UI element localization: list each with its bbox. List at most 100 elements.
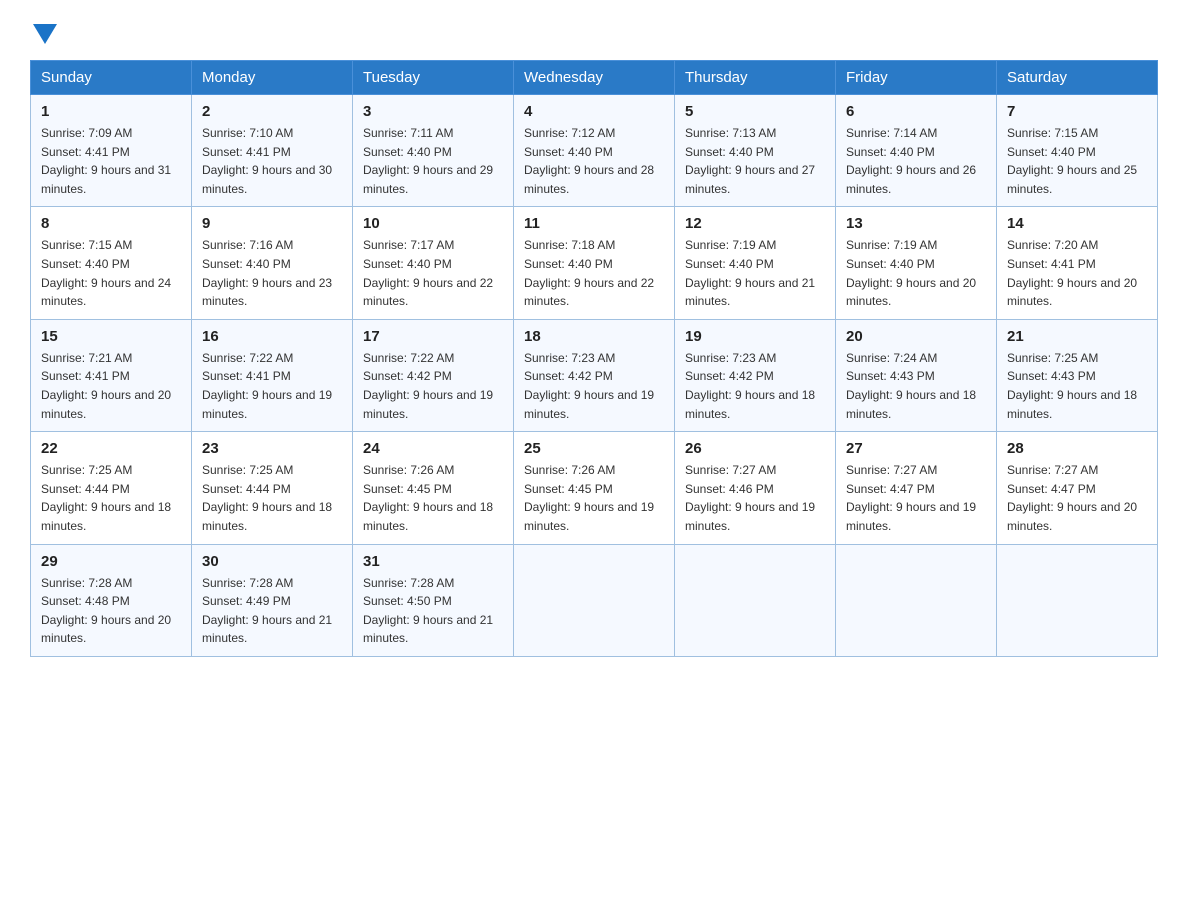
- calendar-cell: 31 Sunrise: 7:28 AMSunset: 4:50 PMDayligh…: [353, 544, 514, 656]
- calendar-cell: 2Sunrise: 7:10 AMSunset: 4:41 PMDaylight…: [192, 95, 353, 207]
- calendar-header-thursday: Thursday: [675, 61, 836, 95]
- calendar-cell: 19 Sunrise: 7:23 AMSunset: 4:42 PMDayligh…: [675, 319, 836, 431]
- day-info: Sunrise: 7:09 AMSunset: 4:41 PMDaylight:…: [41, 126, 171, 196]
- calendar-cell: 14Sunrise: 7:20 AMSunset: 4:41 PMDayligh…: [997, 207, 1158, 319]
- calendar-cell: 27 Sunrise: 7:27 AMSunset: 4:47 PMDayligh…: [836, 432, 997, 544]
- day-info: Sunrise: 7:13 AMSunset: 4:40 PMDaylight:…: [685, 126, 815, 196]
- day-number: 22: [41, 440, 181, 457]
- day-number: 19: [685, 328, 825, 345]
- calendar-cell: 30 Sunrise: 7:28 AMSunset: 4:49 PMDayligh…: [192, 544, 353, 656]
- calendar-week-3: 15 Sunrise: 7:21 AMSunset: 4:41 PMDayligh…: [31, 319, 1158, 431]
- day-number: 30: [202, 553, 342, 570]
- day-number: 24: [363, 440, 503, 457]
- calendar-cell: 23 Sunrise: 7:25 AMSunset: 4:44 PMDayligh…: [192, 432, 353, 544]
- day-number: 17: [363, 328, 503, 345]
- calendar-cell: [997, 544, 1158, 656]
- calendar-cell: [836, 544, 997, 656]
- day-number: 15: [41, 328, 181, 345]
- day-number: 2: [202, 103, 342, 120]
- day-number: 9: [202, 215, 342, 232]
- day-info: Sunrise: 7:17 AMSunset: 4:40 PMDaylight:…: [363, 238, 493, 308]
- calendar-cell: 1 Sunrise: 7:09 AMSunset: 4:41 PMDaylight…: [31, 95, 192, 207]
- calendar-header-wednesday: Wednesday: [514, 61, 675, 95]
- day-number: 20: [846, 328, 986, 345]
- calendar-cell: 9 Sunrise: 7:16 AMSunset: 4:40 PMDaylight…: [192, 207, 353, 319]
- calendar-cell: 10 Sunrise: 7:17 AMSunset: 4:40 PMDayligh…: [353, 207, 514, 319]
- day-info: Sunrise: 7:28 AMSunset: 4:50 PMDaylight:…: [363, 576, 493, 646]
- calendar-cell: 20 Sunrise: 7:24 AMSunset: 4:43 PMDayligh…: [836, 319, 997, 431]
- day-info: Sunrise: 7:16 AMSunset: 4:40 PMDaylight:…: [202, 238, 332, 308]
- day-info: Sunrise: 7:28 AMSunset: 4:49 PMDaylight:…: [202, 576, 332, 646]
- day-info: Sunrise: 7:25 AMSunset: 4:44 PMDaylight:…: [41, 463, 171, 533]
- day-number: 3: [363, 103, 503, 120]
- calendar-week-1: 1 Sunrise: 7:09 AMSunset: 4:41 PMDaylight…: [31, 95, 1158, 207]
- day-number: 5: [685, 103, 825, 120]
- day-number: 26: [685, 440, 825, 457]
- calendar-header-monday: Monday: [192, 61, 353, 95]
- day-number: 13: [846, 215, 986, 232]
- day-number: 6: [846, 103, 986, 120]
- day-info: Sunrise: 7:21 AMSunset: 4:41 PMDaylight:…: [41, 351, 171, 421]
- calendar-table: SundayMondayTuesdayWednesdayThursdayFrid…: [30, 60, 1158, 657]
- day-number: 25: [524, 440, 664, 457]
- calendar-cell: 24 Sunrise: 7:26 AMSunset: 4:45 PMDayligh…: [353, 432, 514, 544]
- calendar-header: SundayMondayTuesdayWednesdayThursdayFrid…: [31, 61, 1158, 95]
- day-number: 12: [685, 215, 825, 232]
- day-info: Sunrise: 7:27 AMSunset: 4:47 PMDaylight:…: [846, 463, 976, 533]
- calendar-cell: 28 Sunrise: 7:27 AMSunset: 4:47 PMDayligh…: [997, 432, 1158, 544]
- day-info: Sunrise: 7:26 AMSunset: 4:45 PMDaylight:…: [363, 463, 493, 533]
- day-number: 8: [41, 215, 181, 232]
- day-info: Sunrise: 7:15 AMSunset: 4:40 PMDaylight:…: [41, 238, 171, 308]
- page-header: [30, 20, 1158, 42]
- logo: [30, 20, 57, 42]
- day-number: 29: [41, 553, 181, 570]
- calendar-cell: 4 Sunrise: 7:12 AMSunset: 4:40 PMDaylight…: [514, 95, 675, 207]
- calendar-header-saturday: Saturday: [997, 61, 1158, 95]
- day-info: Sunrise: 7:22 AMSunset: 4:42 PMDaylight:…: [363, 351, 493, 421]
- calendar-cell: 26 Sunrise: 7:27 AMSunset: 4:46 PMDayligh…: [675, 432, 836, 544]
- day-info: Sunrise: 7:19 AMSunset: 4:40 PMDaylight:…: [685, 238, 815, 308]
- day-number: 31: [363, 553, 503, 570]
- calendar-header-friday: Friday: [836, 61, 997, 95]
- day-info: Sunrise: 7:12 AMSunset: 4:40 PMDaylight:…: [524, 126, 654, 196]
- calendar-week-2: 8 Sunrise: 7:15 AMSunset: 4:40 PMDaylight…: [31, 207, 1158, 319]
- calendar-header-tuesday: Tuesday: [353, 61, 514, 95]
- day-number: 27: [846, 440, 986, 457]
- day-info: Sunrise: 7:28 AMSunset: 4:48 PMDaylight:…: [41, 576, 171, 646]
- calendar-week-5: 29 Sunrise: 7:28 AMSunset: 4:48 PMDayligh…: [31, 544, 1158, 656]
- calendar-cell: 15 Sunrise: 7:21 AMSunset: 4:41 PMDayligh…: [31, 319, 192, 431]
- logo-triangle-icon: [33, 24, 57, 44]
- calendar-cell: [514, 544, 675, 656]
- calendar-cell: 3Sunrise: 7:11 AMSunset: 4:40 PMDaylight…: [353, 95, 514, 207]
- day-number: 14: [1007, 215, 1147, 232]
- calendar-cell: 8 Sunrise: 7:15 AMSunset: 4:40 PMDaylight…: [31, 207, 192, 319]
- day-number: 28: [1007, 440, 1147, 457]
- day-info: Sunrise: 7:27 AMSunset: 4:47 PMDaylight:…: [1007, 463, 1137, 533]
- calendar-cell: 11 Sunrise: 7:18 AMSunset: 4:40 PMDayligh…: [514, 207, 675, 319]
- day-number: 10: [363, 215, 503, 232]
- calendar-cell: 21 Sunrise: 7:25 AMSunset: 4:43 PMDayligh…: [997, 319, 1158, 431]
- day-number: 16: [202, 328, 342, 345]
- calendar-cell: 12 Sunrise: 7:19 AMSunset: 4:40 PMDayligh…: [675, 207, 836, 319]
- day-info: Sunrise: 7:27 AMSunset: 4:46 PMDaylight:…: [685, 463, 815, 533]
- calendar-cell: 29 Sunrise: 7:28 AMSunset: 4:48 PMDayligh…: [31, 544, 192, 656]
- calendar-cell: 25Sunrise: 7:26 AMSunset: 4:45 PMDayligh…: [514, 432, 675, 544]
- day-info: Sunrise: 7:23 AMSunset: 4:42 PMDaylight:…: [685, 351, 815, 421]
- day-number: 4: [524, 103, 664, 120]
- calendar-header-sunday: Sunday: [31, 61, 192, 95]
- day-number: 21: [1007, 328, 1147, 345]
- calendar-cell: 13Sunrise: 7:19 AMSunset: 4:40 PMDayligh…: [836, 207, 997, 319]
- day-info: Sunrise: 7:14 AMSunset: 4:40 PMDaylight:…: [846, 126, 976, 196]
- calendar-week-4: 22 Sunrise: 7:25 AMSunset: 4:44 PMDayligh…: [31, 432, 1158, 544]
- day-number: 1: [41, 103, 181, 120]
- day-number: 11: [524, 215, 664, 232]
- calendar-cell: 22 Sunrise: 7:25 AMSunset: 4:44 PMDayligh…: [31, 432, 192, 544]
- day-info: Sunrise: 7:24 AMSunset: 4:43 PMDaylight:…: [846, 351, 976, 421]
- day-number: 7: [1007, 103, 1147, 120]
- day-info: Sunrise: 7:18 AMSunset: 4:40 PMDaylight:…: [524, 238, 654, 308]
- day-number: 23: [202, 440, 342, 457]
- day-info: Sunrise: 7:25 AMSunset: 4:43 PMDaylight:…: [1007, 351, 1137, 421]
- day-info: Sunrise: 7:25 AMSunset: 4:44 PMDaylight:…: [202, 463, 332, 533]
- calendar-cell: 17 Sunrise: 7:22 AMSunset: 4:42 PMDayligh…: [353, 319, 514, 431]
- day-number: 18: [524, 328, 664, 345]
